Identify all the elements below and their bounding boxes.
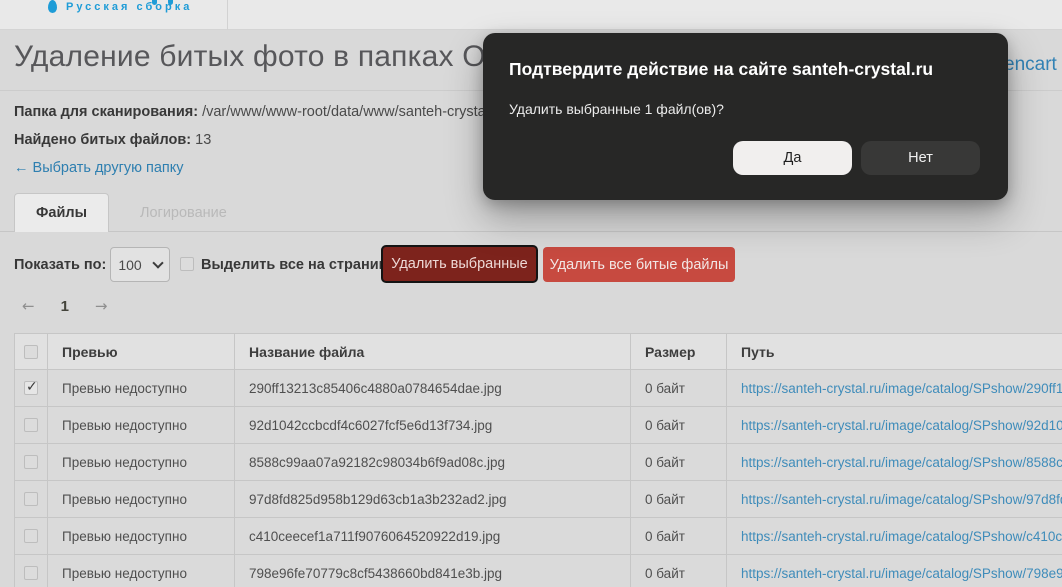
col-header-preview: Превью	[48, 334, 235, 370]
file-url-link[interactable]: https://santeh-crystal.ru/image/catalog/…	[741, 418, 1062, 433]
dialog-no-button[interactable]: Нет	[861, 141, 980, 175]
found-files-label: Найдено битых файлов:	[14, 132, 191, 148]
page-number[interactable]: 1	[61, 298, 69, 315]
table-row: Превью недоступно 92d1042ccbcdf4c6027fcf…	[15, 407, 1062, 444]
col-header-size: Размер	[631, 334, 727, 370]
header-checkbox[interactable]	[24, 345, 38, 359]
size-cell: 0 байт	[631, 407, 727, 444]
col-header-filename: Название файла	[235, 334, 631, 370]
col-header-path: Путь	[727, 334, 1062, 370]
file-url-link[interactable]: https://santeh-crystal.ru/image/catalog/…	[741, 455, 1062, 470]
table-row: Превью недоступно 290ff13213c85406c4880a…	[15, 370, 1062, 407]
row-checkbox[interactable]	[24, 566, 38, 580]
table-row: Превью недоступно 798e96fe70779c8cf54386…	[15, 555, 1062, 587]
file-url-link[interactable]: https://santeh-crystal.ru/image/catalog/…	[741, 381, 1062, 396]
logo-dot-icon	[152, 0, 157, 5]
preview-cell: Превью недоступно	[48, 518, 235, 555]
size-cell: 0 байт	[631, 518, 727, 555]
size-cell: 0 байт	[631, 481, 727, 518]
row-checkbox[interactable]	[24, 455, 38, 469]
show-per-label: Показать по:	[14, 257, 106, 273]
tab-files[interactable]: Файлы	[14, 193, 109, 232]
table-body: Превью недоступно 290ff13213c85406c4880a…	[15, 370, 1062, 587]
filename-cell: c410ceecef1a711f9076064520922d19.jpg	[235, 518, 631, 555]
topbar: Русская сборка	[0, 0, 1062, 30]
pagination: ← 1 →	[22, 297, 108, 315]
delete-all-button[interactable]: Удалить все битые файлы	[543, 247, 735, 282]
prev-page-arrow[interactable]: ←	[22, 297, 35, 315]
confirm-dialog: Подтвердите действие на сайте santeh-cry…	[483, 33, 1008, 200]
row-checkbox[interactable]	[24, 418, 38, 432]
logo-text: Русская сборка	[66, 1, 192, 13]
found-files-line: Найдено битых файлов: 13	[14, 132, 211, 148]
preview-cell: Превью недоступно	[48, 481, 235, 518]
select-all-checkbox[interactable]	[180, 257, 194, 271]
dialog-yes-button[interactable]: Да	[733, 141, 852, 175]
filename-cell: 798e96fe70779c8cf5438660bd841e3b.jpg	[235, 555, 631, 587]
next-page-arrow[interactable]: →	[95, 297, 108, 315]
size-cell: 0 байт	[631, 370, 727, 407]
size-cell: 0 байт	[631, 444, 727, 481]
size-cell: 0 байт	[631, 555, 727, 587]
logo-drop-icon	[48, 0, 57, 13]
table-row: Превью недоступно c410ceecef1a711f907606…	[15, 518, 1062, 555]
dialog-message: Удалить выбранные 1 файл(ов)?	[509, 101, 724, 117]
files-table-wrap: Превью Название файла Размер Путь Превью…	[14, 333, 1062, 587]
file-url-link[interactable]: https://santeh-crystal.ru/image/catalog/…	[741, 566, 1062, 581]
preview-cell: Превью недоступно	[48, 407, 235, 444]
preview-cell: Превью недоступно	[48, 555, 235, 587]
scan-folder-line: Папка для сканирования: /var/www/www-roo…	[14, 104, 506, 120]
preview-cell: Превью недоступно	[48, 444, 235, 481]
preview-cell: Превью недоступно	[48, 370, 235, 407]
row-checkbox[interactable]	[24, 492, 38, 506]
filename-cell: 97d8fd825d958b129d63cb1a3b232ad2.jpg	[235, 481, 631, 518]
table-row: Превью недоступно 8588c99aa07a92182c9803…	[15, 444, 1062, 481]
delete-selected-button[interactable]: Удалить выбранные	[381, 245, 538, 283]
choose-other-folder-link[interactable]: ← Выбрать другую папку	[14, 160, 184, 176]
dialog-title: Подтвердите действие на сайте santeh-cry…	[509, 59, 933, 80]
row-checkbox[interactable]	[24, 381, 38, 395]
select-all-label: Выделить все на странице	[201, 257, 396, 273]
filename-cell: 8588c99aa07a92182c98034b6f9ad08c.jpg	[235, 444, 631, 481]
filename-cell: 290ff13213c85406c4880a0784654dae.jpg	[235, 370, 631, 407]
tabs: Файлы Логирование	[14, 193, 258, 232]
per-page-select[interactable]: 100	[110, 247, 170, 282]
per-page-value: 100	[118, 257, 141, 273]
page-root: Русская сборка Удаление битых фото в пап…	[0, 0, 1062, 587]
topbar-divider	[227, 0, 228, 30]
file-url-link[interactable]: https://santeh-crystal.ru/image/catalog/…	[741, 529, 1062, 544]
scan-folder-value: /var/www/www-root/data/www/santeh-crysta…	[202, 104, 506, 120]
filename-cell: 92d1042ccbcdf4c6027fcf5e6d13f734.jpg	[235, 407, 631, 444]
file-url-link[interactable]: https://santeh-crystal.ru/image/catalog/…	[741, 492, 1062, 507]
table-row: Превью недоступно 97d8fd825d958b129d63cb…	[15, 481, 1062, 518]
opencart-link[interactable]: encart	[1004, 54, 1057, 76]
chevron-down-icon	[152, 257, 163, 268]
logo-dot-icon	[168, 0, 173, 5]
scan-folder-label: Папка для сканирования:	[14, 104, 198, 120]
page-title: Удаление битых фото в папках O	[14, 40, 486, 74]
found-files-value: 13	[195, 132, 211, 148]
tab-logging[interactable]: Логирование	[109, 193, 258, 232]
files-table: Превью Название файла Размер Путь Превью…	[14, 333, 1062, 587]
row-checkbox[interactable]	[24, 529, 38, 543]
table-header-row: Превью Название файла Размер Путь	[15, 334, 1062, 370]
